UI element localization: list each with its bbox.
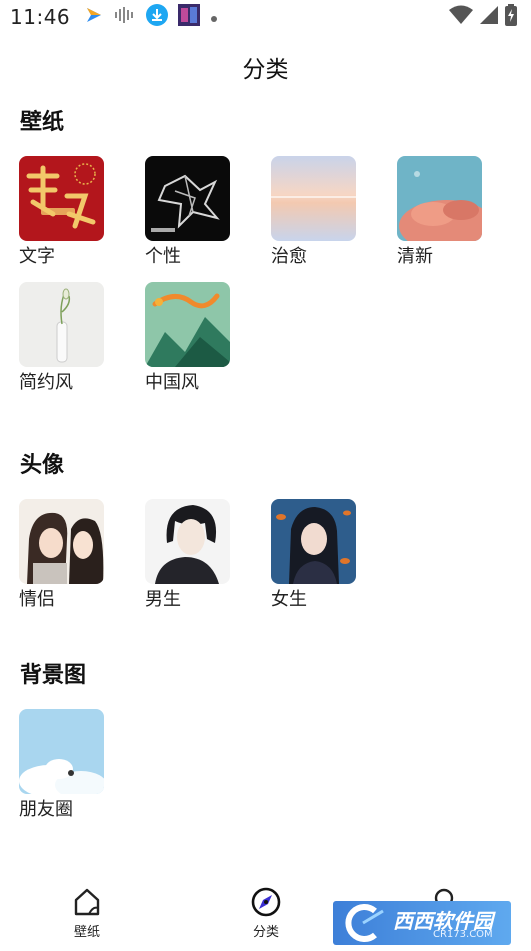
category-thumbnail <box>271 156 356 241</box>
category-tile-female[interactable]: 女生 <box>271 499 356 611</box>
audio-wave-icon <box>114 6 136 28</box>
category-thumbnail <box>271 499 356 584</box>
category-tile-fresh[interactable]: 清新 <box>397 156 482 268</box>
watermark-subtext: CR173.COM <box>433 929 493 940</box>
navigation-arrow-icon <box>84 5 104 29</box>
section-title-wallpaper: 壁纸 <box>20 110 65 135</box>
cellular-signal-icon <box>479 5 499 29</box>
nav-item-wallpaper[interactable]: 壁纸 <box>57 886 117 940</box>
watermark-logo-icon <box>345 904 384 942</box>
category-tile-minimalist[interactable]: 简约风 <box>19 282 104 394</box>
nav-label: 壁纸 <box>73 925 100 940</box>
category-label: 清新 <box>397 246 433 267</box>
watermark: 西西软件园 CR173.COM <box>333 901 511 945</box>
app-thumbnail-icon <box>178 4 201 30</box>
category-tile-couple[interactable]: 情侣 <box>19 499 104 611</box>
category-thumbnail <box>19 156 104 241</box>
category-tile-healing[interactable]: 治愈 <box>271 156 356 268</box>
category-thumbnail <box>145 282 230 367</box>
home-icon <box>74 888 100 916</box>
status-bar: 11:46 <box>0 0 531 34</box>
wallpaper-grid: 文字 个性 治愈 清新 简约风 中国风 <box>19 156 482 394</box>
category-tile-personality[interactable]: 个性 <box>145 156 230 268</box>
category-thumbnail <box>19 282 104 367</box>
section-title-background: 背景图 <box>20 663 87 688</box>
category-label: 情侣 <box>19 589 55 610</box>
category-thumbnail <box>397 156 482 241</box>
compass-icon <box>251 887 281 917</box>
category-tile-male[interactable]: 男生 <box>145 499 230 611</box>
battery-charging-icon <box>505 4 517 30</box>
category-label: 简约风 <box>19 372 73 393</box>
category-tile-moments[interactable]: 朋友圈 <box>19 709 104 821</box>
category-thumbnail <box>19 499 104 584</box>
category-tile-text[interactable]: 文字 <box>19 156 104 268</box>
category-thumbnail <box>145 499 230 584</box>
nav-label: 分类 <box>252 925 279 940</box>
category-label: 治愈 <box>271 246 307 267</box>
category-label: 女生 <box>271 589 307 610</box>
category-tile-chinese-style[interactable]: 中国风 <box>145 282 230 394</box>
category-thumbnail <box>145 156 230 241</box>
category-label: 中国风 <box>145 372 199 393</box>
category-label: 男生 <box>145 589 181 610</box>
download-icon <box>146 4 169 30</box>
wifi-icon <box>449 5 473 29</box>
category-thumbnail <box>19 709 104 794</box>
section-title-avatar: 头像 <box>20 453 65 478</box>
avatar-grid: 情侣 男生 女生 <box>19 499 482 611</box>
category-label: 朋友圈 <box>19 799 73 820</box>
nav-item-category[interactable]: 分类 <box>236 886 296 940</box>
notification-icons <box>84 4 218 30</box>
category-label: 个性 <box>145 246 181 267</box>
page-title: 分类 <box>242 57 289 83</box>
background-grid: 朋友圈 <box>19 709 482 821</box>
dot-icon <box>210 8 218 27</box>
status-time: 11:46 <box>10 5 71 29</box>
category-label: 文字 <box>19 246 55 267</box>
system-icons <box>449 4 517 30</box>
